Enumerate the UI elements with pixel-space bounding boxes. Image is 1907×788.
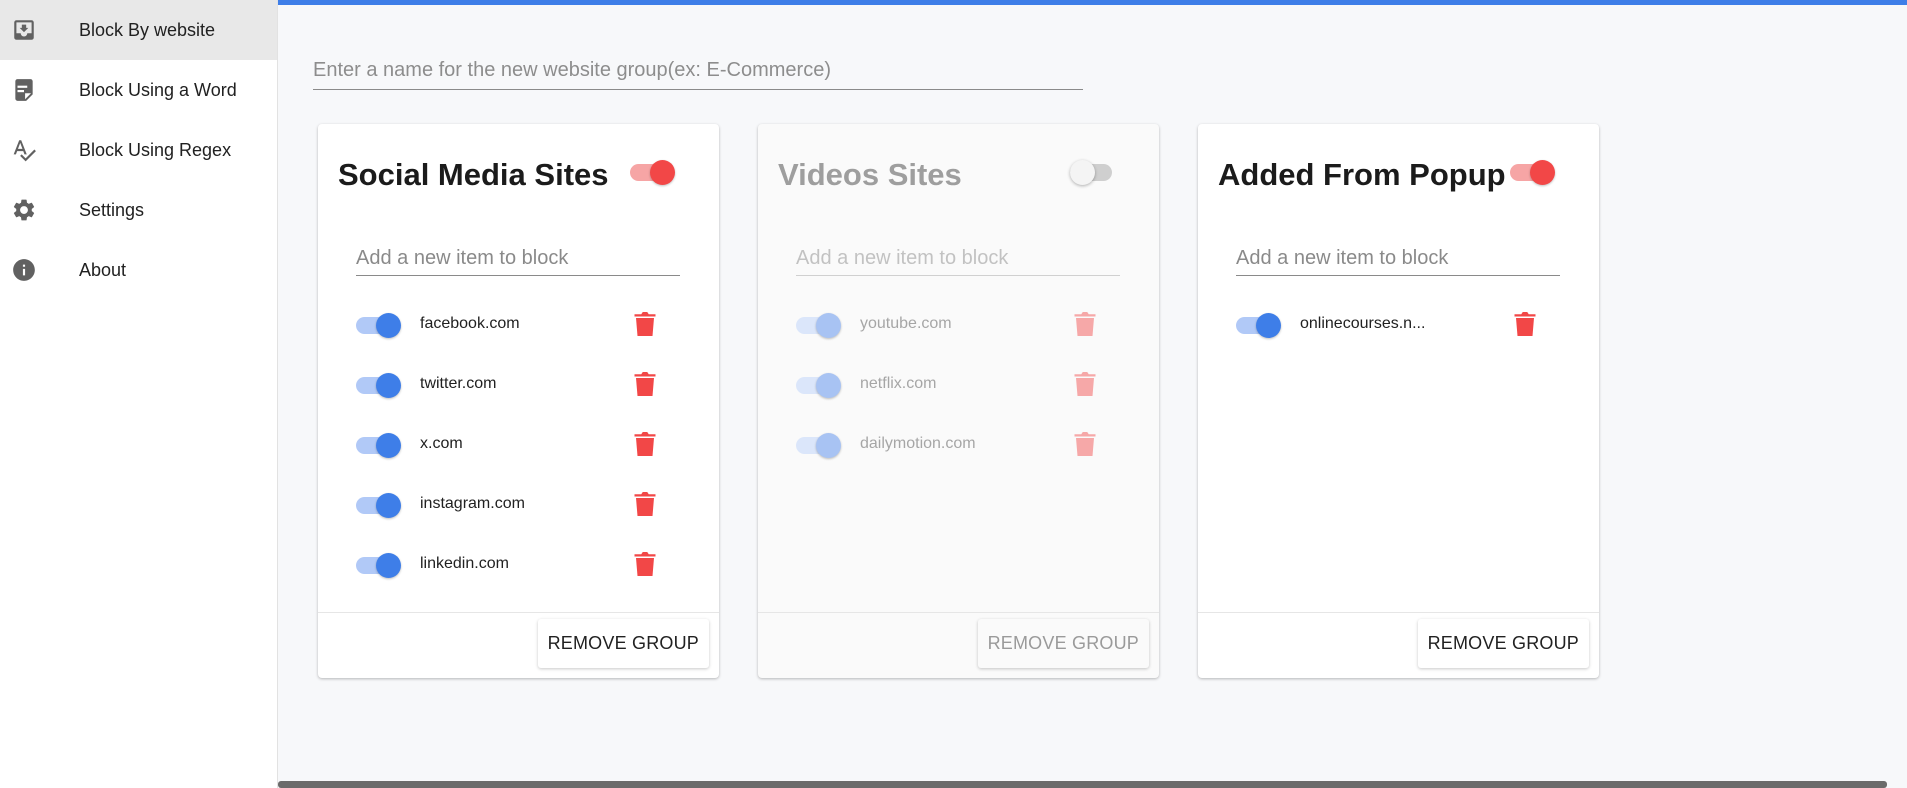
sidebar-item-label: Block By website: [79, 19, 216, 40]
item-toggle[interactable]: [796, 431, 841, 459]
remove-group-button[interactable]: REMOVE GROUP: [537, 619, 709, 668]
list-item: instagram.com: [318, 474, 719, 534]
group-title: Social Media Sites: [338, 157, 609, 192]
sidebar-item-block-using-regex[interactable]: Block Using Regex: [0, 120, 277, 180]
main-content: Social Media Sites facebook.com twitter.…: [278, 0, 1907, 788]
list-item: dailymotion.com: [758, 414, 1159, 474]
trash-icon[interactable]: [634, 312, 656, 336]
item-toggle[interactable]: [1236, 311, 1281, 339]
add-item-input[interactable]: [796, 242, 1120, 274]
item-label: dailymotion.com: [860, 435, 976, 452]
toggle-thumb: [376, 553, 401, 578]
item-list: youtube.com netflix.com dailymotion.com: [758, 294, 1159, 474]
note-text-icon: [11, 77, 37, 103]
item-toggle[interactable]: [796, 311, 841, 339]
toggle-thumb: [1070, 160, 1095, 185]
group-toggle[interactable]: [1070, 158, 1114, 186]
group-name-field: [313, 54, 1083, 90]
item-label: x.com: [420, 435, 463, 452]
item-label: netflix.com: [860, 375, 937, 392]
item-label: instagram.com: [420, 495, 525, 512]
list-item: youtube.com: [758, 294, 1159, 354]
sidebar-item-label: Block Using Regex: [79, 139, 232, 160]
trash-icon[interactable]: [634, 492, 656, 516]
toggle-thumb: [816, 373, 841, 398]
add-item-input[interactable]: [1236, 242, 1560, 274]
item-label: linkedin.com: [420, 555, 509, 572]
item-list: onlinecourses.n...: [1198, 294, 1599, 354]
item-label: facebook.com: [420, 315, 520, 332]
trash-icon[interactable]: [1074, 372, 1096, 396]
sidebar-item-settings[interactable]: Settings: [0, 180, 277, 240]
item-label: youtube.com: [860, 315, 952, 332]
sidebar-item-about[interactable]: About: [0, 240, 277, 300]
sidebar-item-block-using-a-word[interactable]: Block Using a Word: [0, 60, 277, 120]
sidebar-item-label: Block Using a Word: [79, 79, 237, 100]
group-toggle[interactable]: [1510, 158, 1555, 186]
item-list: facebook.com twitter.com x.com instagram…: [318, 294, 719, 594]
list-item: twitter.com: [318, 354, 719, 414]
toggle-thumb: [650, 160, 675, 185]
group-card: Videos Sites youtube.com netflix.com dai…: [758, 124, 1159, 678]
item-toggle[interactable]: [356, 371, 401, 399]
trash-icon[interactable]: [634, 552, 656, 576]
remove-group-button[interactable]: REMOVE GROUP: [1417, 619, 1589, 668]
item-toggle[interactable]: [356, 431, 401, 459]
toggle-thumb: [376, 313, 401, 338]
list-item: onlinecourses.n...: [1198, 294, 1599, 354]
item-label: twitter.com: [420, 375, 497, 392]
group-name-input[interactable]: [313, 54, 1083, 86]
sidebar: Block By website Block Using a Word Bloc…: [0, 0, 278, 788]
item-toggle[interactable]: [356, 311, 401, 339]
info-icon: [11, 257, 37, 283]
card-divider: [318, 612, 719, 613]
group-title: Added From Popup: [1218, 157, 1506, 192]
toggle-thumb: [376, 433, 401, 458]
item-toggle[interactable]: [796, 371, 841, 399]
trash-icon[interactable]: [1074, 312, 1096, 336]
remove-group-button[interactable]: REMOVE GROUP: [977, 619, 1149, 668]
spellcheck-icon: [11, 137, 37, 163]
card-divider: [758, 612, 1159, 613]
card-divider: [1198, 612, 1599, 613]
item-toggle[interactable]: [356, 551, 401, 579]
toggle-thumb: [1530, 160, 1555, 185]
list-item: x.com: [318, 414, 719, 474]
add-item-field: [796, 242, 1120, 276]
trash-icon[interactable]: [634, 372, 656, 396]
sidebar-item-label: About: [79, 259, 127, 280]
group-title: Videos Sites: [778, 157, 962, 192]
sidebar-item-label: Settings: [79, 199, 145, 220]
toggle-thumb: [376, 493, 401, 518]
item-toggle[interactable]: [356, 491, 401, 519]
group-card: Added From Popup onlinecourses.n... REMO…: [1198, 124, 1599, 678]
group-card: Social Media Sites facebook.com twitter.…: [318, 124, 719, 678]
toggle-thumb: [1256, 313, 1281, 338]
list-item: facebook.com: [318, 294, 719, 354]
list-item: linkedin.com: [318, 534, 719, 594]
sidebar-item-block-by-website[interactable]: Block By website: [0, 0, 277, 60]
add-item-field: [356, 242, 680, 276]
list-item: netflix.com: [758, 354, 1159, 414]
toggle-thumb: [816, 433, 841, 458]
gear-icon: [11, 197, 37, 223]
add-item-input[interactable]: [356, 242, 680, 274]
trash-icon[interactable]: [1514, 312, 1536, 336]
top-accent-bar: [278, 0, 1907, 5]
download-box-icon: [11, 17, 37, 43]
trash-icon[interactable]: [634, 432, 656, 456]
add-item-field: [1236, 242, 1560, 276]
item-label: onlinecourses.n...: [1300, 315, 1426, 332]
toggle-thumb: [376, 373, 401, 398]
toggle-thumb: [816, 313, 841, 338]
horizontal-scrollbar[interactable]: [278, 781, 1887, 788]
trash-icon[interactable]: [1074, 432, 1096, 456]
group-toggle[interactable]: [630, 158, 675, 186]
